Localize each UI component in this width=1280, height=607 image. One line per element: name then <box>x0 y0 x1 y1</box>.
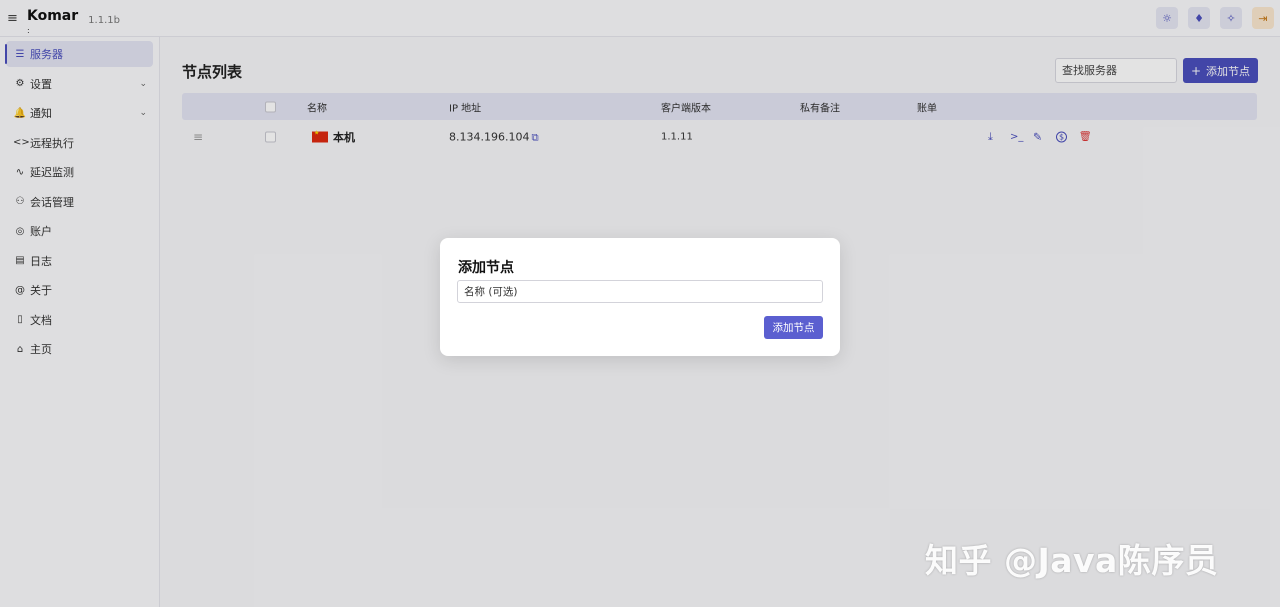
watermark: 知乎 @Java陈序员 <box>925 541 1219 580</box>
modal-add-node-button[interactable]: 添加节点 <box>764 316 823 339</box>
node-name-input[interactable] <box>457 280 823 303</box>
modal-title: 添加节点 <box>458 260 514 276</box>
add-node-modal: 添加节点 添加节点 <box>440 238 840 356</box>
